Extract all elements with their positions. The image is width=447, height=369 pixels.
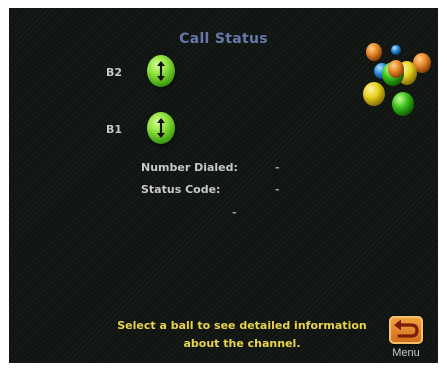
channel-b1-ball[interactable]	[147, 112, 175, 144]
instruction-line-2: about the channel.	[183, 337, 301, 350]
balloons-logo-icon	[360, 41, 434, 121]
call-status-screen: Call Status B2 B1 Number Dialed: - Statu…	[9, 8, 438, 363]
channel-b2-label: B2	[106, 66, 123, 79]
return-arrow-icon	[389, 316, 423, 344]
status-code-label: Status Code:	[141, 183, 221, 196]
up-down-arrows-icon	[157, 118, 165, 138]
menu-button[interactable]: Menu	[386, 314, 426, 360]
instruction-line-1: Select a ball to see detailed informatio…	[117, 319, 367, 332]
number-dialed-value: -	[275, 161, 280, 174]
status-code-value: -	[275, 183, 280, 196]
channel-b1-label: B1	[106, 123, 123, 136]
instruction-text: Select a ball to see detailed informatio…	[97, 317, 387, 353]
extra-value: -	[232, 206, 237, 219]
up-down-arrows-icon	[157, 61, 165, 81]
number-dialed-label: Number Dialed:	[141, 161, 238, 174]
menu-label: Menu	[392, 347, 420, 359]
channel-b2-ball[interactable]	[147, 55, 175, 87]
